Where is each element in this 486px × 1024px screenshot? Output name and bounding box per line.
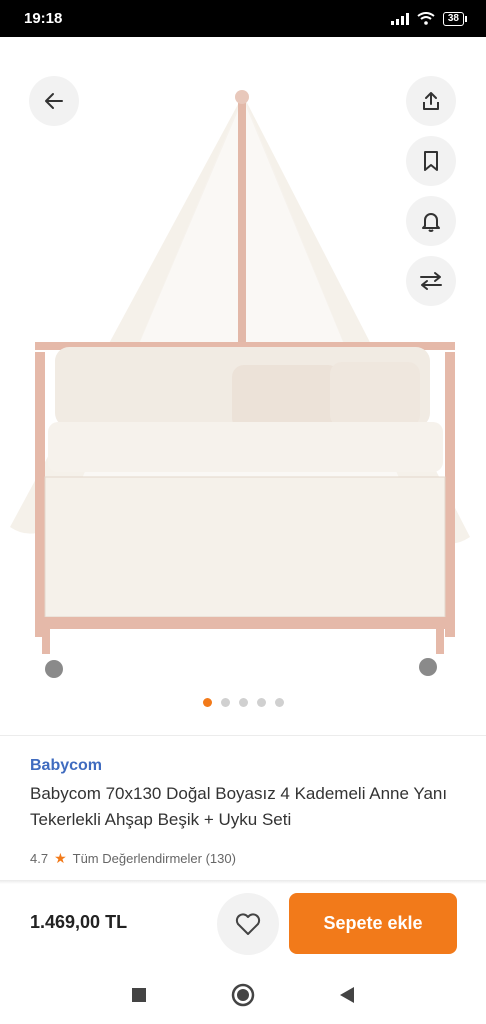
product-image [10, 90, 470, 678]
notify-button[interactable] [406, 196, 456, 246]
share-button[interactable] [406, 76, 456, 126]
pagination-dot[interactable] [256, 698, 266, 707]
status-time: 19:18 [24, 10, 63, 27]
back-button[interactable] [29, 76, 79, 126]
divider [0, 735, 486, 736]
wifi-icon [417, 12, 435, 25]
nav-square-icon[interactable] [131, 987, 147, 1003]
rating-row[interactable]: 4.7 ★ Tüm Değerlendirmeler (130) [30, 850, 236, 867]
favorite-button[interactable] [217, 893, 279, 955]
compare-button[interactable] [406, 256, 456, 306]
rating-value: 4.7 [30, 851, 49, 866]
battery-icon: 38 [442, 11, 468, 26]
bell-icon [422, 213, 440, 232]
bookmark-button[interactable] [406, 136, 456, 186]
pagination-dot[interactable] [220, 698, 230, 707]
status-bar: 19:18 38 [0, 0, 486, 37]
product-info: Babycom Babycom 70x130 Doğal Boyasız 4 K… [30, 757, 460, 833]
brand-link[interactable]: Babycom [30, 757, 460, 775]
back-arrow-icon [45, 93, 63, 109]
system-nav-bar [0, 965, 486, 1024]
compare-icon [420, 272, 442, 290]
product-image-gallery[interactable] [0, 37, 486, 727]
product-title: Babycom 70x130 Doğal Boyasız 4 Kademeli … [30, 784, 448, 829]
status-icons: 38 [390, 11, 468, 26]
bookmark-icon [424, 151, 438, 171]
divider [0, 880, 486, 884]
pagination-dot[interactable] [238, 698, 248, 707]
signal-icon [390, 12, 409, 25]
heart-icon [235, 913, 261, 935]
gallery-pagination [0, 698, 486, 707]
pagination-dot[interactable] [274, 698, 284, 707]
star-icon: ★ [54, 850, 67, 866]
nav-circle-icon[interactable] [231, 983, 255, 1007]
reviews-link[interactable]: Tüm Değerlendirmeler (130) [73, 851, 236, 866]
nav-back-triangle-icon[interactable] [339, 986, 355, 1004]
add-to-cart-button[interactable]: Sepete ekle [289, 893, 457, 954]
pagination-dot-active[interactable] [202, 698, 212, 707]
share-icon [423, 92, 439, 110]
product-price: 1.469,00 TL [30, 912, 128, 932]
